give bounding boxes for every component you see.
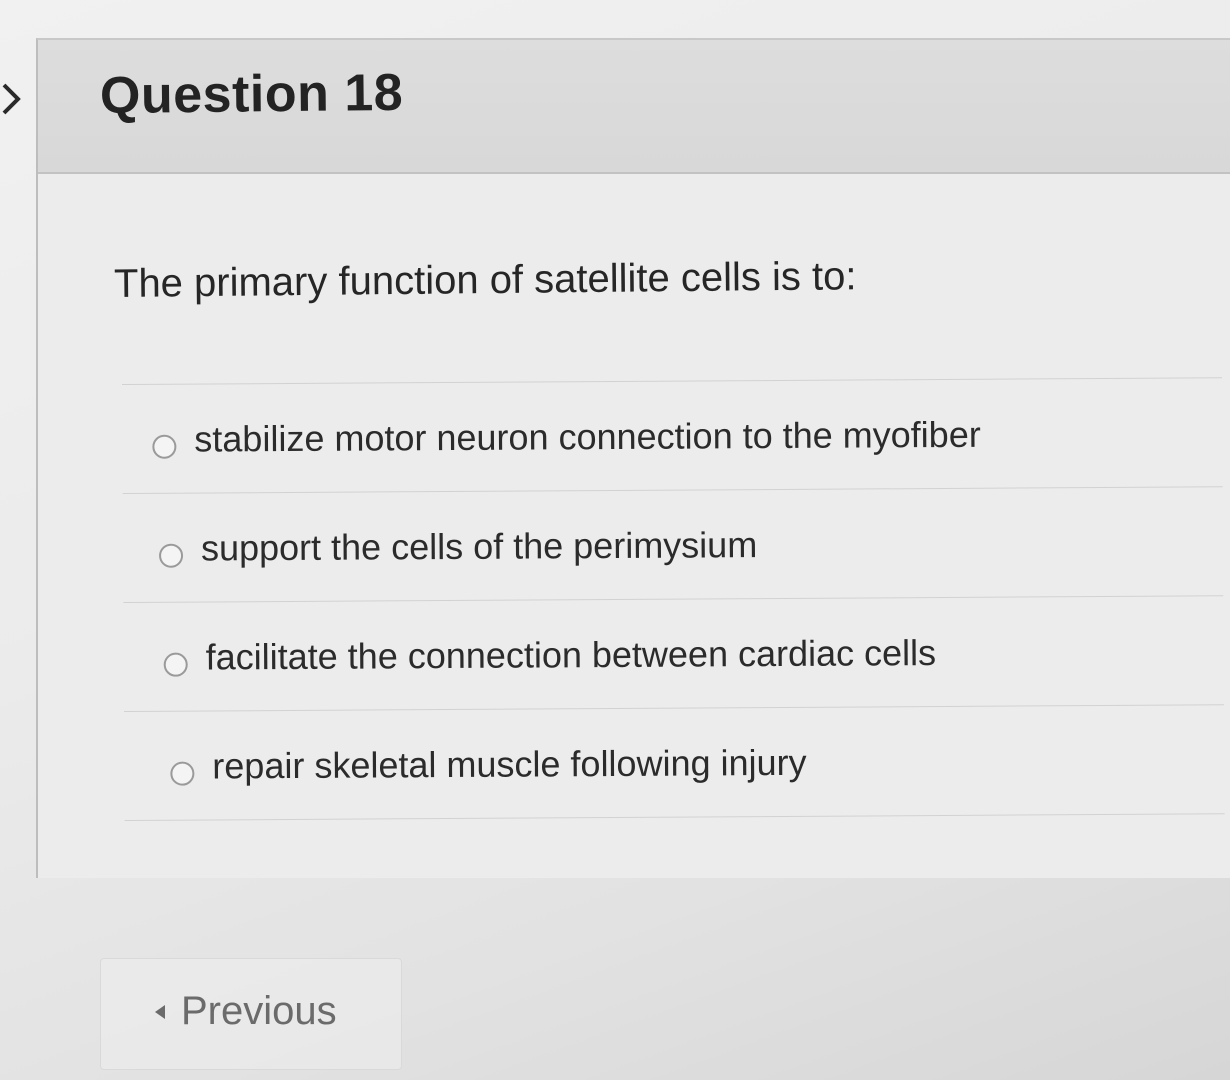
chevron-right-icon[interactable]	[0, 82, 22, 116]
previous-button[interactable]: Previous	[155, 989, 337, 1034]
answer-option-label[interactable]: facilitate the connection between cardia…	[206, 632, 937, 678]
answer-option-2[interactable]: support the cells of the perimysium	[122, 487, 1224, 603]
radio-button[interactable]	[158, 543, 184, 568]
answer-option-label[interactable]: stabilize motor neuron connection to the…	[194, 414, 981, 461]
radio-button[interactable]	[152, 434, 177, 459]
answer-option-1[interactable]: stabilize motor neuron connection to the…	[122, 378, 1223, 494]
caret-left-icon	[155, 1004, 165, 1019]
answer-option-label[interactable]: support the cells of the perimysium	[201, 524, 757, 569]
answer-option-3[interactable]: facilitate the connection between cardia…	[123, 596, 1224, 712]
previous-label: Previous	[181, 989, 337, 1033]
answer-options: stabilize motor neuron connection to the…	[122, 377, 1225, 821]
answer-option-label[interactable]: repair skeletal muscle following injury	[212, 742, 806, 788]
radio-button[interactable]	[163, 652, 188, 677]
navigation-area: Previous	[100, 958, 402, 1070]
question-header: Question 18	[38, 40, 1230, 174]
answer-option-4[interactable]: repair skeletal muscle following injury	[124, 705, 1225, 821]
question-card: Question 18 The primary function of sate…	[36, 38, 1230, 878]
question-prompt: The primary function of satellite cells …	[113, 254, 857, 306]
question-body: The primary function of satellite cells …	[94, 174, 1230, 880]
question-title: Question 18	[99, 63, 404, 125]
radio-button[interactable]	[170, 761, 195, 786]
